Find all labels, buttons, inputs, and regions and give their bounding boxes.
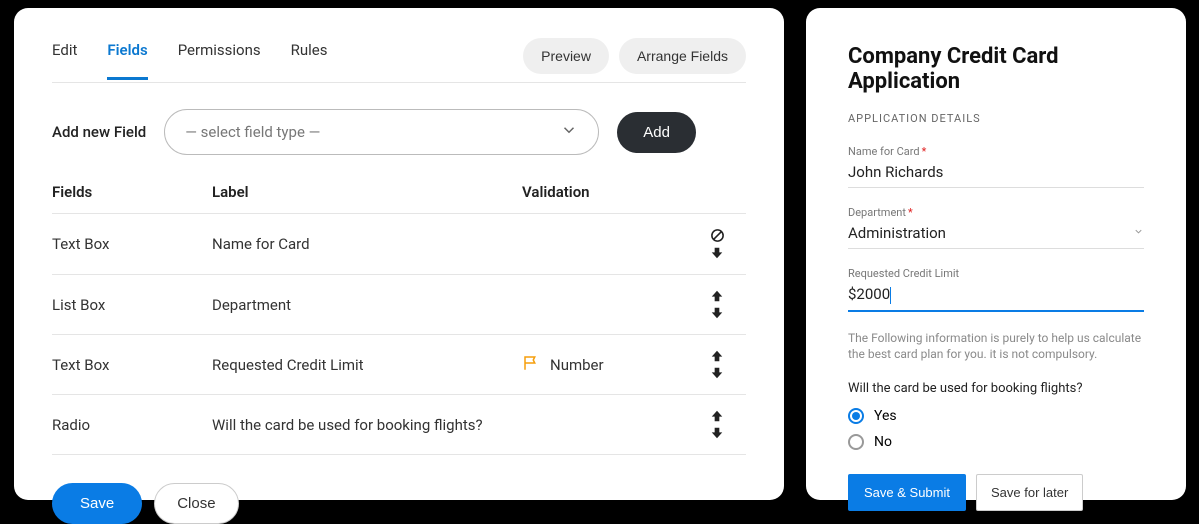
text-cursor bbox=[890, 287, 891, 304]
dept-label: Department* bbox=[848, 206, 1144, 219]
form-preview-panel: Company Credit Card Application APPLICAT… bbox=[806, 8, 1186, 500]
add-field-row: Add new Field — select field type — Add bbox=[52, 109, 746, 155]
chevron-down-icon bbox=[560, 121, 578, 143]
radio-question: Will the card be used for booking flight… bbox=[848, 381, 1144, 396]
save-button[interactable]: Save bbox=[52, 483, 142, 524]
radio-label: Yes bbox=[874, 408, 897, 424]
cell-label: Requested Credit Limit bbox=[212, 356, 522, 374]
cell-type: Radio bbox=[52, 416, 212, 434]
tab-rules[interactable]: Rules bbox=[291, 41, 328, 80]
form-footer: Save & Submit Save for later bbox=[848, 474, 1144, 511]
fields-table: Fields Label Validation Text Box Name fo… bbox=[52, 183, 746, 455]
radio-group: Yes No bbox=[848, 408, 1144, 450]
move-up-icon[interactable] bbox=[710, 349, 724, 363]
radio-option-yes[interactable]: Yes bbox=[848, 408, 1144, 424]
radio-icon bbox=[848, 408, 864, 424]
field-editor-panel: Edit Fields Permissions Rules Preview Ar… bbox=[14, 8, 784, 500]
add-field-label: Add new Field bbox=[52, 123, 146, 141]
dept-value[interactable]: Administration bbox=[848, 224, 946, 242]
name-field[interactable]: Name for Card* John Richards bbox=[848, 145, 1144, 188]
dept-field[interactable]: Department* Administration bbox=[848, 206, 1144, 249]
cell-label: Name for Card bbox=[212, 235, 522, 253]
move-down-icon[interactable] bbox=[710, 246, 724, 260]
col-fields: Fields bbox=[52, 183, 212, 201]
limit-label: Requested Credit Limit bbox=[848, 267, 1144, 280]
cell-type: List Box bbox=[52, 296, 212, 314]
arrange-fields-button[interactable]: Arrange Fields bbox=[619, 38, 746, 74]
name-value[interactable]: John Richards bbox=[848, 163, 1144, 181]
limit-value[interactable]: $2000 bbox=[848, 285, 890, 303]
move-up-icon[interactable] bbox=[710, 289, 724, 303]
editor-footer: Save Close bbox=[52, 483, 746, 524]
limit-field[interactable]: Requested Credit Limit $2000 bbox=[848, 267, 1144, 312]
move-up-icon[interactable] bbox=[710, 409, 724, 423]
tab-edit[interactable]: Edit bbox=[52, 41, 77, 80]
flag-icon bbox=[522, 354, 540, 376]
move-down-icon[interactable] bbox=[710, 366, 724, 380]
add-button[interactable]: Add bbox=[617, 112, 696, 153]
table-header: Fields Label Validation bbox=[52, 183, 746, 214]
col-validation: Validation bbox=[522, 183, 692, 201]
col-label: Label bbox=[212, 183, 522, 201]
cell-validation: Number bbox=[522, 354, 692, 376]
cell-label: Will the card be used for booking flight… bbox=[212, 416, 522, 434]
preview-button[interactable]: Preview bbox=[523, 38, 609, 74]
save-later-button[interactable]: Save for later bbox=[976, 474, 1083, 511]
field-type-select[interactable]: — select field type — bbox=[164, 109, 599, 155]
hint-text: The Following information is purely to h… bbox=[848, 330, 1144, 364]
radio-label: No bbox=[874, 434, 892, 450]
section-label: APPLICATION DETAILS bbox=[848, 112, 1144, 125]
save-submit-button[interactable]: Save & Submit bbox=[848, 474, 966, 511]
tab-fields[interactable]: Fields bbox=[107, 41, 147, 80]
radio-icon bbox=[848, 434, 864, 450]
validation-text: Number bbox=[550, 356, 604, 374]
table-row: Radio Will the card be used for booking … bbox=[52, 395, 746, 455]
disabled-icon bbox=[710, 228, 725, 243]
cell-label: Department bbox=[212, 296, 522, 314]
form-title: Company Credit Card Application bbox=[848, 44, 1144, 94]
table-row: Text Box Requested Credit Limit Number bbox=[52, 335, 746, 395]
table-row: List Box Department bbox=[52, 275, 746, 335]
table-row: Text Box Name for Card bbox=[52, 214, 746, 275]
field-type-placeholder: — select field type — bbox=[185, 123, 320, 141]
move-down-icon[interactable] bbox=[710, 306, 724, 320]
cell-type: Text Box bbox=[52, 235, 212, 253]
move-down-icon[interactable] bbox=[710, 426, 724, 440]
chevron-down-icon bbox=[1133, 226, 1144, 240]
radio-option-no[interactable]: No bbox=[848, 434, 1144, 450]
cell-type: Text Box bbox=[52, 356, 212, 374]
close-button[interactable]: Close bbox=[154, 483, 238, 524]
tab-bar: Edit Fields Permissions Rules Preview Ar… bbox=[52, 38, 746, 83]
tab-permissions[interactable]: Permissions bbox=[178, 41, 261, 80]
name-label: Name for Card* bbox=[848, 145, 1144, 158]
